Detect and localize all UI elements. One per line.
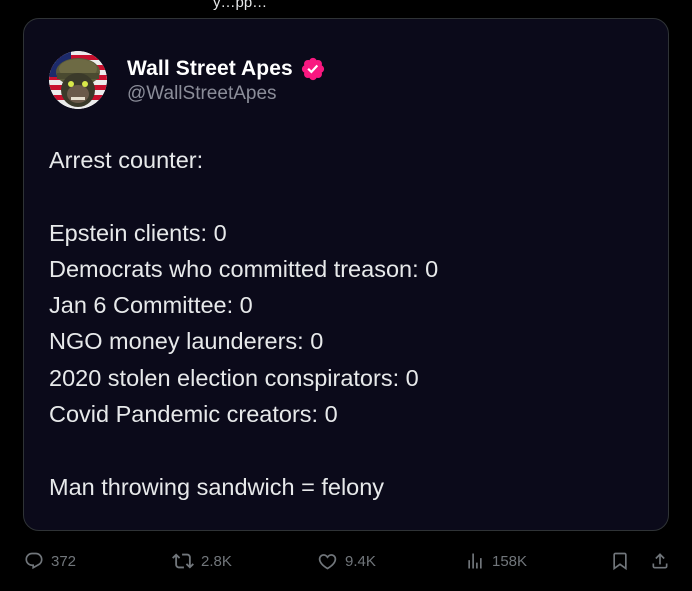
post-action-bar: 372 2.8K 9.4K 158K	[0, 546, 692, 576]
bookmark-icon	[613, 552, 627, 571]
bookmark-button[interactable]	[610, 546, 630, 576]
share-icon	[652, 553, 668, 569]
post-author[interactable]: Wall Street Apes @WallStreetApes	[49, 51, 326, 109]
post-line: Man throwing sandwich = felony	[49, 473, 385, 500]
post-line: Covid Pandemic creators: 0	[49, 401, 338, 428]
post-line: 2020 stolen election conspirators: 0	[49, 364, 419, 391]
quoted-post-card[interactable]: Wall Street Apes @WallStreetApes Arrest …	[23, 18, 669, 531]
repost-icon	[172, 553, 194, 569]
views-button[interactable]: 158K	[465, 546, 527, 576]
repost-count: 2.8K	[201, 552, 232, 570]
view-count: 158K	[492, 552, 528, 570]
post-line: Epstein clients: 0	[49, 219, 227, 246]
post-line: Jan 6 Committee: 0	[49, 292, 253, 319]
post-text: Arrest counter: Epstein clients: 0 Democ…	[49, 142, 648, 505]
ape-avatar-icon	[49, 51, 107, 109]
author-handle[interactable]: @WallStreetApes	[127, 83, 326, 105]
verified-badge-icon	[301, 57, 324, 80]
reply-icon	[25, 552, 43, 570]
reply-button[interactable]: 372	[24, 546, 76, 576]
post-line: NGO money launderers: 0	[49, 328, 324, 355]
repost-button[interactable]: 2.8K	[172, 546, 232, 576]
author-display-name[interactable]: Wall Street Apes	[127, 57, 293, 81]
share-button[interactable]	[650, 546, 670, 576]
post-line: Arrest counter:	[49, 147, 204, 173]
heart-icon	[318, 553, 337, 570]
like-count: 9.4K	[345, 552, 376, 570]
post-line: Democrats who committed treason: 0	[49, 255, 439, 282]
previous-post-text-cutoff: y…pp…	[213, 0, 268, 11]
author-avatar[interactable]	[49, 51, 107, 109]
views-chart-icon	[468, 553, 482, 569]
like-button[interactable]: 9.4K	[317, 546, 376, 576]
reply-count: 372	[51, 552, 77, 570]
